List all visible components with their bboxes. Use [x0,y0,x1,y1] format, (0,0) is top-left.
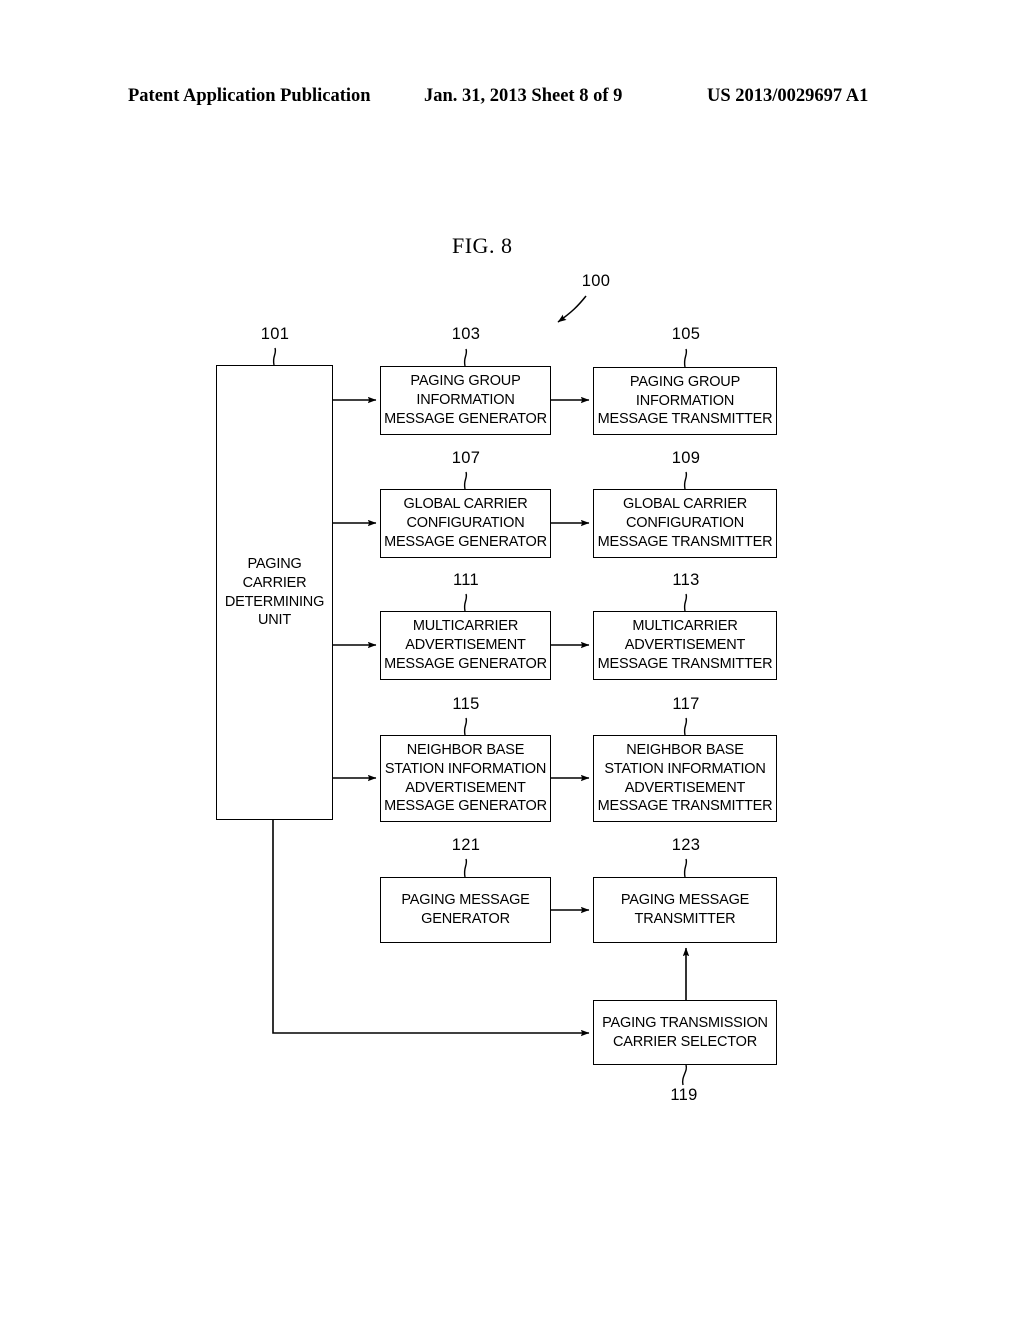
ref-numeral-107: 107 [451,449,481,467]
ref-numeral-121: 121 [451,836,481,854]
block-label: PAGING MESSAGE TRANSMITTER [620,892,750,927]
block-diagram: 101 103 105 107 109 111 113 115 117 121 … [0,0,1024,1320]
block-paging-group-information-message-transmitter[interactable]: PAGING GROUP INFORMATION MESSAGE TRANSMI… [593,367,777,435]
ref-numeral-113: 113 [672,571,700,589]
lead-line-103 [463,348,468,367]
block-neighbor-base-station-information-advertisement-message-generator[interactable]: NEIGHBOR BASE STATION INFORMATION ADVERT… [380,735,551,822]
lead-line-111 [463,593,468,612]
block-label: MULTICARRIER ADVERTISEMENT MESSAGE TRANS… [597,618,773,672]
block-global-carrier-configuration-message-transmitter[interactable]: GLOBAL CARRIER CONFIGURATION MESSAGE TRA… [593,489,777,558]
block-label: NEIGHBOR BASE STATION INFORMATION ADVERT… [597,741,773,815]
block-paging-carrier-determining-unit[interactable]: PAGING CARRIER DETERMINING UNIT [216,365,333,820]
block-label: PAGING MESSAGE GENERATOR [401,892,530,927]
lead-line-105 [683,348,688,368]
block-label: GLOBAL CARRIER CONFIGURATION MESSAGE TRA… [597,496,773,550]
block-label: GLOBAL CARRIER CONFIGURATION MESSAGE GEN… [384,496,547,550]
ref-numeral-100: 100 [581,272,611,290]
block-paging-message-generator[interactable]: PAGING MESSAGE GENERATOR [380,877,551,943]
ref-numeral-101: 101 [260,325,290,343]
block-paging-group-information-message-generator[interactable]: PAGING GROUP INFORMATION MESSAGE GENERAT… [380,366,551,435]
lead-line-107 [463,471,468,490]
lead-line-109 [683,471,688,490]
ref-numeral-117: 117 [672,695,700,713]
ref-numeral-105: 105 [671,325,701,343]
block-neighbor-base-station-information-advertisement-message-transmitter[interactable]: NEIGHBOR BASE STATION INFORMATION ADVERT… [593,735,777,822]
ref-numeral-109: 109 [671,449,701,467]
block-multicarrier-advertisement-message-generator[interactable]: MULTICARRIER ADVERTISEMENT MESSAGE GENER… [380,611,551,680]
ref-numeral-111: 111 [453,571,479,589]
lead-line-101 [272,347,277,366]
lead-line-113 [683,593,688,612]
block-paging-transmission-carrier-selector[interactable]: PAGING TRANSMISSION CARRIER SELECTOR [593,1000,777,1065]
ref-numeral-103: 103 [451,325,481,343]
block-paging-message-transmitter[interactable]: PAGING MESSAGE TRANSMITTER [593,877,777,943]
block-label: PAGING GROUP INFORMATION MESSAGE GENERAT… [384,373,547,427]
block-label: PAGING GROUP INFORMATION MESSAGE TRANSMI… [597,373,773,428]
ref-numeral-123: 123 [671,836,701,854]
block-label: PAGING TRANSMISSION CARRIER SELECTOR [602,1014,768,1050]
ref-numeral-119: 119 [670,1086,698,1104]
block-label: PAGING CARRIER DETERMINING UNIT [224,555,325,629]
lead-line-115 [463,717,468,736]
block-multicarrier-advertisement-message-transmitter[interactable]: MULTICARRIER ADVERTISEMENT MESSAGE TRANS… [593,611,777,680]
lead-line-119 [681,1064,688,1086]
lead-line-117 [683,717,688,736]
block-label: MULTICARRIER ADVERTISEMENT MESSAGE GENER… [384,618,547,672]
system-ref-arrow [557,295,587,323]
lead-line-121 [463,858,468,878]
ref-numeral-115: 115 [452,695,480,713]
block-label: NEIGHBOR BASE STATION INFORMATION ADVERT… [384,741,547,815]
lead-line-123 [683,858,688,878]
block-global-carrier-configuration-message-generator[interactable]: GLOBAL CARRIER CONFIGURATION MESSAGE GEN… [380,489,551,558]
